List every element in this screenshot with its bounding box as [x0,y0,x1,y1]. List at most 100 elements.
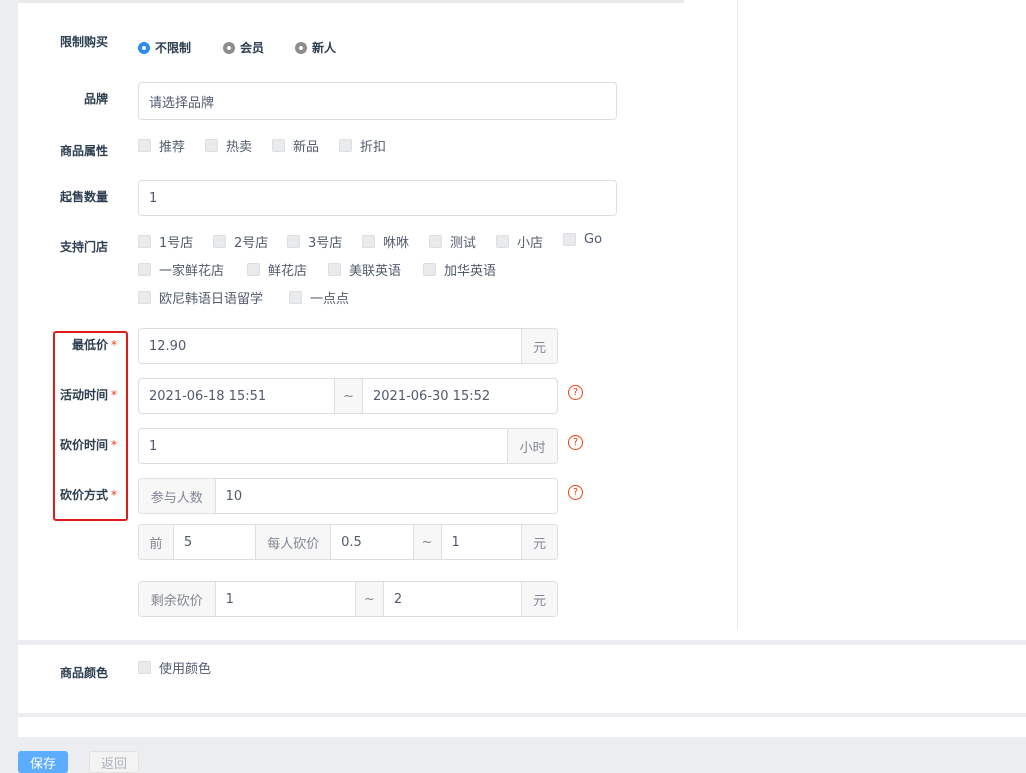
store-checkbox[interactable]: 一点点 [289,288,349,307]
checkbox-label: 使用颜色 [159,662,212,677]
checkbox-icon [362,235,375,248]
radio-icon [295,41,307,54]
checkbox-label: 2号店 [234,236,269,251]
min-price-unit: 元 [521,329,557,363]
store-checkbox[interactable]: 1号店 [138,232,193,251]
required-mark: * [111,438,118,452]
checkbox-icon [563,233,576,246]
attr-recommend-checkbox[interactable]: 推荐 [138,136,185,155]
cut-method-label-text: 砍价方式 [60,488,109,502]
checkbox-icon [339,139,352,152]
store-checkbox[interactable]: 美联英语 [328,260,401,279]
range-separator: ~ [334,379,363,413]
store-checkbox[interactable]: 2号店 [213,232,268,251]
back-button[interactable]: 返回 [89,751,139,773]
checkbox-label: 咻咻 [383,236,410,251]
each-cut-max-input[interactable]: 1 [442,525,522,559]
save-button[interactable]: 保存 [18,751,68,773]
attr-new-checkbox[interactable]: 新品 [272,136,319,155]
checkbox-icon [287,235,300,248]
checkbox-label: 小店 [517,236,544,251]
required-mark: * [111,388,118,402]
checkbox-label: 折扣 [360,140,387,155]
activity-end-input[interactable]: 2021-06-30 15:52 [363,379,557,413]
participants-input[interactable]: 10 [216,479,557,513]
min-qty-value: 1 [149,190,158,206]
remaining-addon: 剩余砍价 [139,582,216,616]
store-checkbox[interactable]: 鲜花店 [247,260,307,279]
checkbox-icon [138,235,151,248]
checkbox-label: 新品 [293,140,320,155]
store-checkbox[interactable]: 小店 [496,232,543,251]
radio-unlimited[interactable]: 不限制 [138,39,191,56]
top-divider [18,0,684,3]
radio-label: 新人 [312,41,337,55]
checkbox-label: 测试 [450,236,477,251]
checkbox-label: 热卖 [226,140,253,155]
each-cut-unit: 元 [521,525,557,559]
checkbox-icon [328,263,341,276]
activity-start-input[interactable]: 2021-06-18 15:51 [139,379,334,413]
radio-icon [223,41,235,54]
participants-input-group: 参与人数 10 [138,478,558,514]
checkbox-label: 3号店 [308,236,343,251]
store-checkbox[interactable]: 欧尼韩语日语留学 [138,288,263,307]
min-price-label: 最低价 * [72,336,117,353]
remaining-min-input[interactable]: 1 [216,582,355,616]
each-cut-addon: 每人砍价 [255,525,332,559]
remaining-max-input[interactable]: 2 [384,582,521,616]
remaining-unit: 元 [521,582,557,616]
range-separator: ~ [412,525,442,559]
checkbox-label: 加华英语 [444,264,497,279]
range-separator: ~ [354,582,384,616]
min-price-input[interactable]: 12.90 [139,329,521,363]
min-price-input-group: 12.90 元 [138,328,558,364]
checkbox-label: Go [584,232,603,247]
checkbox-label: 1号店 [159,236,194,251]
help-icon[interactable]: ? [568,385,583,400]
radio-member[interactable]: 会员 [223,39,264,56]
store-checkbox[interactable]: 一家鲜花店 [138,260,224,279]
color-label: 商品颜色 [60,666,109,680]
checkbox-label: 一点点 [310,292,350,307]
use-color-checkbox[interactable]: 使用颜色 [138,658,211,677]
attributes-label: 商品属性 [60,144,109,158]
front-count-input[interactable]: 5 [174,525,256,559]
activity-time-label: 活动时间 * [60,386,117,403]
required-mark: * [111,338,118,352]
checkbox-icon [429,235,442,248]
brand-select[interactable]: 请选择品牌 [138,82,617,120]
brand-placeholder: 请选择品牌 [149,95,215,111]
cut-time-input[interactable]: 1 [139,429,507,463]
participants-addon: 参与人数 [139,479,216,513]
checkbox-label: 欧尼韩语日语留学 [159,292,264,307]
radio-label: 会员 [240,41,265,55]
store-checkbox[interactable]: 测试 [429,232,476,251]
store-checkbox[interactable]: 咻咻 [362,232,409,251]
store-checkbox[interactable]: Go [563,232,602,247]
cut-time-unit: 小时 [507,429,557,463]
attr-discount-checkbox[interactable]: 折扣 [339,136,386,155]
help-icon[interactable]: ? [568,485,583,500]
activity-time-range: 2021-06-18 15:51 ~ 2021-06-30 15:52 [138,378,558,414]
min-qty-label: 起售数量 [60,190,109,204]
radio-newcomer[interactable]: 新人 [295,39,336,56]
each-cut-min-input[interactable]: 0.5 [331,525,413,559]
min-qty-input[interactable]: 1 [138,180,617,216]
store-checkbox[interactable]: 3号店 [287,232,342,251]
help-icon[interactable]: ? [568,435,583,450]
activity-time-label-text: 活动时间 [60,388,109,402]
checkbox-label: 推荐 [159,140,186,155]
checkbox-icon [138,139,151,152]
brand-label: 品牌 [84,92,109,106]
store-checkbox[interactable]: 加华英语 [423,260,496,279]
checkbox-icon [247,263,260,276]
vertical-divider [737,0,738,630]
purchase-limit-label: 限制购买 [60,35,109,49]
front-addon: 前 [139,525,174,559]
checkbox-icon [289,291,302,304]
per-person-cut-group: 前 5 每人砍价 0.5 ~ 1 元 [138,524,558,560]
radio-checked-icon [138,41,150,54]
checkbox-icon [423,263,436,276]
attr-hot-checkbox[interactable]: 热卖 [205,136,252,155]
